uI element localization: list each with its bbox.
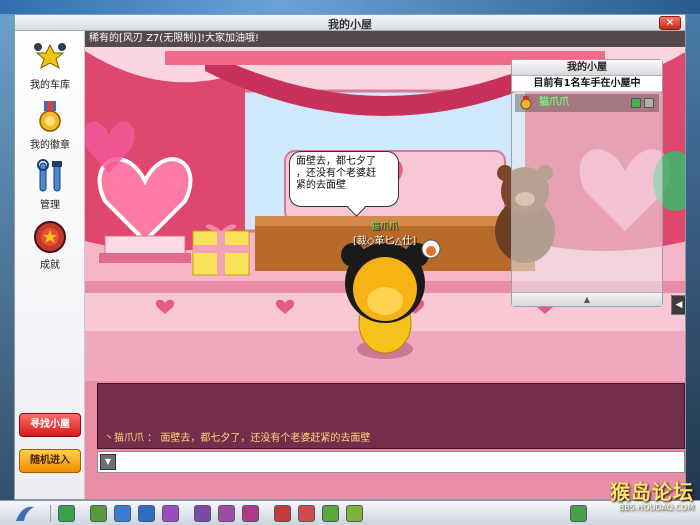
chat-log: 丶猫爪爪 ： 面壁去，都七夕了，还没有个老婆赶紧的去面壁 [97,383,685,449]
home-icon[interactable] [114,505,131,522]
desktop-right-strip [686,14,700,500]
sidebar: 我的车库 我的徽章 管理 成就 寻找小屋 随机进入 [15,31,85,499]
chat-input[interactable] [120,454,680,470]
speech-line: 面壁去，都七夕了 [296,156,376,167]
chat-channel-dropdown[interactable]: ▼ [100,454,116,470]
speech-bubble: 面壁去，都七夕了 ，还没有个老婆赶 紧的去面壁 [289,151,399,207]
taskbar-logo-icon[interactable] [14,503,36,523]
badge-medal-icon [39,101,61,132]
close-button[interactable]: × [659,16,681,30]
sidebar-item-label: 管理 [40,200,60,211]
player-row[interactable]: 猫爪爪 [515,94,659,112]
speech-line: 紧的去面壁 [296,180,346,191]
mail-icon[interactable] [242,505,259,522]
character-guild-tag: [裁◇革匕△仕] [353,236,417,247]
game-window: 我的小屋 × 我的车库 我的徽章 管理 成就 寻找小屋 随机进入 稀有的[风刃 … [14,14,686,500]
panel-collapse-arrow[interactable]: ▲ [512,292,662,306]
character-name: 猫爪爪 [371,222,399,232]
player-name: 猫爪爪 [539,97,569,108]
sidebar-item-label: 我的车库 [30,80,70,91]
titlebar: 我的小屋 × [15,15,685,31]
sidebar-item-label: 我的徽章 [30,140,70,151]
random-enter-button[interactable]: 随机进入 [19,449,81,473]
watermark-text: 猴岛论坛 [610,480,694,504]
room-members-panel: 我的小屋 目前有1名车手在小屋中 猫爪爪 ▲ [511,59,663,307]
player-option-icon[interactable] [644,98,654,108]
chat-input-bar: ▼ [97,451,685,473]
gift-icon[interactable] [194,505,211,522]
edit-icon[interactable] [138,505,155,522]
garage-icon [34,43,66,70]
announcement-ticker: 稀有的[风刃 Z7(无限制)]!大家加油哦! [85,31,685,47]
friends-icon[interactable] [218,505,235,522]
sidebar-item-manage[interactable]: 管理 [15,157,85,213]
taskbar-separator [50,505,51,522]
cards-icon[interactable] [298,505,315,522]
player-status-icon[interactable] [631,98,641,108]
panel-player-count: 目前有1名车手在小屋中 [512,76,662,92]
speech-line: ，还没有个老婆赶 [296,168,376,179]
item-icon[interactable] [162,505,179,522]
book-icon[interactable] [274,505,291,522]
sidebar-item-achievement[interactable]: 成就 [15,217,85,273]
menu-icon[interactable] [570,505,587,522]
character-name-tag: 猫爪爪 [裁◇革匕△仕] [353,219,416,247]
settings-icon[interactable] [346,505,363,522]
panel-toggle-button[interactable]: ◀ [671,295,685,315]
photo-icon[interactable] [322,505,339,522]
sidebar-item-label: 成就 [40,260,60,271]
shop-icon[interactable] [90,505,107,522]
back-icon[interactable] [58,505,75,522]
chat-message: 丶猫爪爪 ： 面壁去，都七夕了，还没有个老婆赶紧的去面壁 [104,433,371,444]
find-room-button[interactable]: 寻找小屋 [19,413,81,437]
watermark-url: BBS.HOUDAO.COM [618,503,694,512]
sidebar-item-garage[interactable]: 我的车库 [15,37,85,93]
desktop-top-strip [0,0,700,14]
achievement-icon [34,221,66,253]
watermark: 猴岛论坛 BBS.HOUDAO.COM [610,476,694,512]
taskbar [0,500,700,525]
room-scene: 稀有的[风刃 Z7(无限制)]!大家加油哦! 面壁去，都七夕了 ，还没有个老婆赶… [85,31,685,499]
medal-icon [520,96,532,110]
tools-icon [37,159,62,192]
desktop-left-strip [0,14,14,500]
panel-title: 我的小屋 [512,60,662,76]
window-title: 我的小屋 [328,18,372,31]
sidebar-item-badge[interactable]: 我的徽章 [15,97,85,153]
